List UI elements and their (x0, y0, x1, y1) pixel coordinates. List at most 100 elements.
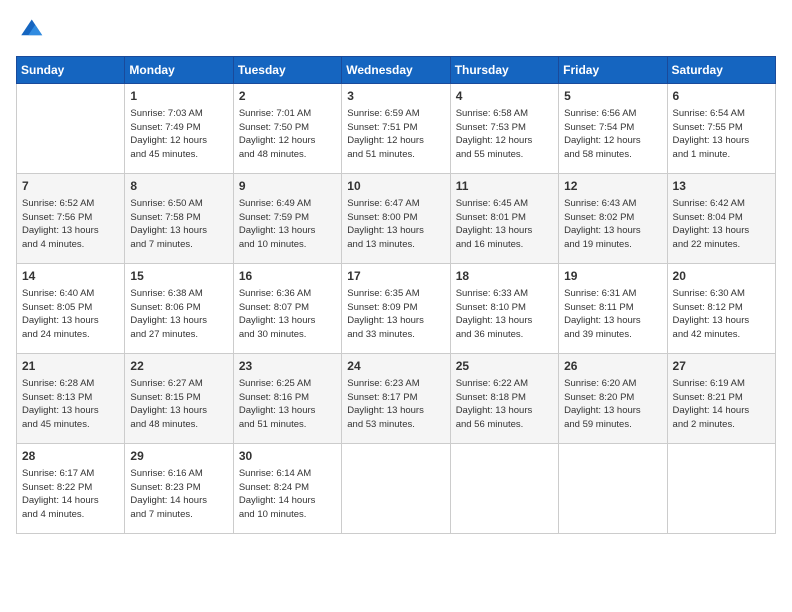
calendar-cell: 13Sunrise: 6:42 AM Sunset: 8:04 PM Dayli… (667, 174, 775, 264)
weekday-header-friday: Friday (559, 57, 667, 84)
calendar-cell: 19 Sunrise: 6:31 AM Sunset: 8:11 PM Dayli… (559, 264, 667, 354)
day-detail: Sunrise: 6:20 AM Sunset: 8:20 PM Dayligh… (564, 377, 661, 432)
day-number: 27 (673, 358, 770, 375)
day-number: 28 (22, 448, 119, 465)
calendar-cell: 7 Sunrise: 6:52 AM Sunset: 7:56 PM Daylig… (17, 174, 125, 264)
day-detail: Sunrise: 6:14 AM Sunset: 8:24 PM Dayligh… (239, 467, 336, 522)
calendar-cell: 30 Sunrise: 6:14 AM Sunset: 8:24 PM Dayli… (233, 444, 341, 534)
day-detail: Sunrise: 7:01 AM Sunset: 7:50 PM Dayligh… (239, 107, 336, 162)
day-detail: Sunrise: 6:54 AM Sunset: 7:55 PM Dayligh… (673, 107, 770, 162)
calendar-cell: 5 Sunrise: 6:56 AM Sunset: 7:54 PM Daylig… (559, 84, 667, 174)
day-number: 11 (456, 178, 553, 195)
day-number: 3 (347, 88, 444, 105)
day-detail: Sunrise: 6:45 AM Sunset: 8:01 PM Dayligh… (456, 197, 553, 252)
day-number: 17 (347, 268, 444, 285)
calendar-week-5: 28 Sunrise: 6:17 AM Sunset: 8:22 PM Dayli… (17, 444, 776, 534)
day-number: 23 (239, 358, 336, 375)
calendar-cell: 1 Sunrise: 7:03 AM Sunset: 7:49 PM Daylig… (125, 84, 233, 174)
calendar-cell: 4 Sunrise: 6:58 AM Sunset: 7:53 PM Daylig… (450, 84, 558, 174)
day-detail: Sunrise: 6:25 AM Sunset: 8:16 PM Dayligh… (239, 377, 336, 432)
day-number: 15 (130, 268, 227, 285)
logo (16, 16, 48, 44)
weekday-header-sunday: Sunday (17, 57, 125, 84)
calendar-cell: 21 Sunrise: 6:28 AM Sunset: 8:13 PM Dayli… (17, 354, 125, 444)
day-detail: Sunrise: 6:33 AM Sunset: 8:10 PM Dayligh… (456, 287, 553, 342)
day-detail: Sunrise: 6:56 AM Sunset: 7:54 PM Dayligh… (564, 107, 661, 162)
day-number: 5 (564, 88, 661, 105)
day-number: 30 (239, 448, 336, 465)
day-detail: Sunrise: 6:19 AM Sunset: 8:21 PM Dayligh… (673, 377, 770, 432)
day-detail: Sunrise: 6:38 AM Sunset: 8:06 PM Dayligh… (130, 287, 227, 342)
calendar-cell: 16 Sunrise: 6:36 AM Sunset: 8:07 PM Dayli… (233, 264, 341, 354)
day-detail: Sunrise: 6:22 AM Sunset: 8:18 PM Dayligh… (456, 377, 553, 432)
weekday-header-tuesday: Tuesday (233, 57, 341, 84)
day-number: 7 (22, 178, 119, 195)
day-number: 6 (673, 88, 770, 105)
day-number: 2 (239, 88, 336, 105)
calendar-cell: 11 Sunrise: 6:45 AM Sunset: 8:01 PM Dayli… (450, 174, 558, 264)
day-number: 26 (564, 358, 661, 375)
day-number: 1 (130, 88, 227, 105)
weekday-header-thursday: Thursday (450, 57, 558, 84)
day-detail: Sunrise: 6:50 AM Sunset: 7:58 PM Dayligh… (130, 197, 227, 252)
day-number: 24 (347, 358, 444, 375)
calendar-cell: 15 Sunrise: 6:38 AM Sunset: 8:06 PM Dayli… (125, 264, 233, 354)
weekday-header-monday: Monday (125, 57, 233, 84)
day-number: 16 (239, 268, 336, 285)
calendar-cell: 3 Sunrise: 6:59 AM Sunset: 7:51 PM Daylig… (342, 84, 450, 174)
day-detail: Sunrise: 6:49 AM Sunset: 7:59 PM Dayligh… (239, 197, 336, 252)
day-detail: Sunrise: 6:31 AM Sunset: 8:11 PM Dayligh… (564, 287, 661, 342)
calendar-cell (17, 84, 125, 174)
calendar-cell: 24 Sunrise: 6:23 AM Sunset: 8:17 PM Dayli… (342, 354, 450, 444)
calendar-table: SundayMondayTuesdayWednesdayThursdayFrid… (16, 56, 776, 534)
calendar-cell: 23 Sunrise: 6:25 AM Sunset: 8:16 PM Dayli… (233, 354, 341, 444)
day-detail: Sunrise: 6:43 AM Sunset: 8:02 PM Dayligh… (564, 197, 661, 252)
calendar-cell: 22 Sunrise: 6:27 AM Sunset: 8:15 PM Dayli… (125, 354, 233, 444)
calendar-week-1: 1 Sunrise: 7:03 AM Sunset: 7:49 PM Daylig… (17, 84, 776, 174)
calendar-cell: 8 Sunrise: 6:50 AM Sunset: 7:58 PM Daylig… (125, 174, 233, 264)
day-number: 20 (673, 268, 770, 285)
day-number: 25 (456, 358, 553, 375)
calendar-cell (342, 444, 450, 534)
calendar-header: SundayMondayTuesdayWednesdayThursdayFrid… (17, 57, 776, 84)
day-detail: Sunrise: 6:23 AM Sunset: 8:17 PM Dayligh… (347, 377, 444, 432)
day-detail: Sunrise: 7:03 AM Sunset: 7:49 PM Dayligh… (130, 107, 227, 162)
calendar-cell: 14 Sunrise: 6:40 AM Sunset: 8:05 PM Dayli… (17, 264, 125, 354)
day-detail: Sunrise: 6:17 AM Sunset: 8:22 PM Dayligh… (22, 467, 119, 522)
day-detail: Sunrise: 6:36 AM Sunset: 8:07 PM Dayligh… (239, 287, 336, 342)
day-detail: Sunrise: 6:40 AM Sunset: 8:05 PM Dayligh… (22, 287, 119, 342)
calendar-cell: 6 Sunrise: 6:54 AM Sunset: 7:55 PM Daylig… (667, 84, 775, 174)
day-number: 4 (456, 88, 553, 105)
calendar-cell: 18Sunrise: 6:33 AM Sunset: 8:10 PM Dayli… (450, 264, 558, 354)
day-detail: Sunrise: 6:47 AM Sunset: 8:00 PM Dayligh… (347, 197, 444, 252)
calendar-week-3: 14 Sunrise: 6:40 AM Sunset: 8:05 PM Dayli… (17, 264, 776, 354)
calendar-cell: 27 Sunrise: 6:19 AM Sunset: 8:21 PM Dayli… (667, 354, 775, 444)
calendar-cell: 28 Sunrise: 6:17 AM Sunset: 8:22 PM Dayli… (17, 444, 125, 534)
day-detail: Sunrise: 6:35 AM Sunset: 8:09 PM Dayligh… (347, 287, 444, 342)
calendar-cell: 10Sunrise: 6:47 AM Sunset: 8:00 PM Dayli… (342, 174, 450, 264)
day-number: 29 (130, 448, 227, 465)
day-detail: Sunrise: 6:42 AM Sunset: 8:04 PM Dayligh… (673, 197, 770, 252)
calendar-cell: 26 Sunrise: 6:20 AM Sunset: 8:20 PM Dayli… (559, 354, 667, 444)
day-number: 21 (22, 358, 119, 375)
day-detail: Sunrise: 6:58 AM Sunset: 7:53 PM Dayligh… (456, 107, 553, 162)
page-header (16, 16, 776, 44)
day-number: 9 (239, 178, 336, 195)
calendar-cell (559, 444, 667, 534)
day-detail: Sunrise: 6:27 AM Sunset: 8:15 PM Dayligh… (130, 377, 227, 432)
day-number: 22 (130, 358, 227, 375)
day-number: 8 (130, 178, 227, 195)
weekday-header-saturday: Saturday (667, 57, 775, 84)
day-detail: Sunrise: 6:16 AM Sunset: 8:23 PM Dayligh… (130, 467, 227, 522)
calendar-week-2: 7 Sunrise: 6:52 AM Sunset: 7:56 PM Daylig… (17, 174, 776, 264)
calendar-cell (667, 444, 775, 534)
calendar-cell: 2 Sunrise: 7:01 AM Sunset: 7:50 PM Daylig… (233, 84, 341, 174)
calendar-cell: 20Sunrise: 6:30 AM Sunset: 8:12 PM Dayli… (667, 264, 775, 354)
day-number: 19 (564, 268, 661, 285)
day-number: 14 (22, 268, 119, 285)
calendar-week-4: 21 Sunrise: 6:28 AM Sunset: 8:13 PM Dayli… (17, 354, 776, 444)
day-detail: Sunrise: 6:52 AM Sunset: 7:56 PM Dayligh… (22, 197, 119, 252)
day-detail: Sunrise: 6:28 AM Sunset: 8:13 PM Dayligh… (22, 377, 119, 432)
calendar-cell: 17 Sunrise: 6:35 AM Sunset: 8:09 PM Dayli… (342, 264, 450, 354)
day-detail: Sunrise: 6:59 AM Sunset: 7:51 PM Dayligh… (347, 107, 444, 162)
